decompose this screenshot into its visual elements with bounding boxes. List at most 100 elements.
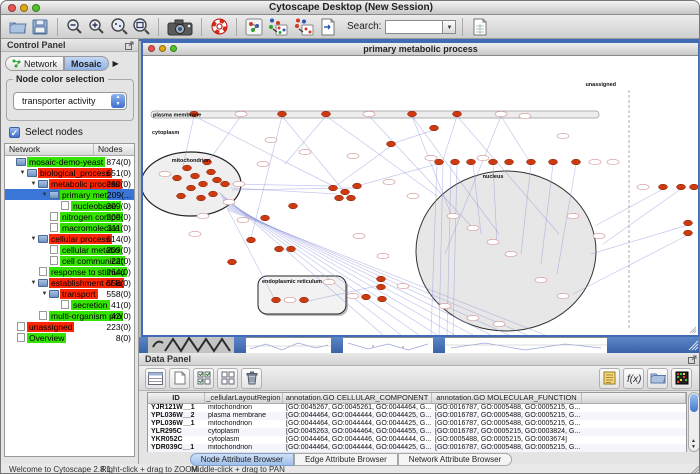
search-dropdown-arrow-icon[interactable]: ▼ <box>443 20 456 34</box>
network-node[interactable] <box>549 159 558 165</box>
table-row[interactable]: YPL036W__1mitochondrion[GO:0044464, GO:0… <box>148 420 686 428</box>
network-edge[interactable] <box>326 116 437 196</box>
network-node[interactable] <box>684 230 693 236</box>
resize-grip-icon[interactable] <box>687 339 699 351</box>
network-node-label[interactable] <box>197 213 209 218</box>
tree-row[interactable]: macromolecule311(0) <box>5 222 134 233</box>
network-node[interactable] <box>329 185 338 191</box>
tab-network[interactable]: Network <box>5 56 64 71</box>
network-node[interactable] <box>261 215 270 221</box>
tree-row[interactable]: mosaic-demo-yeast874(0) <box>5 156 134 167</box>
network-view-titlebar[interactable]: primary metabolic process <box>143 43 698 56</box>
network-node-label[interactable] <box>189 231 201 236</box>
network-edge[interactable] <box>443 116 457 160</box>
tabs-overflow-arrow-icon[interactable]: ▶ <box>113 59 119 68</box>
background-window-sliver[interactable] <box>445 337 607 353</box>
tree-column-nodes[interactable]: Nodes <box>94 144 134 155</box>
column-header-cellular-component[interactable]: annotation.GO CELLULAR_COMPONENT <box>283 393 432 403</box>
network-node[interactable] <box>659 184 668 190</box>
expander-icon[interactable]: ▼ <box>29 280 38 286</box>
column-header-id[interactable]: ID <box>148 393 205 403</box>
network-node[interactable] <box>289 203 298 209</box>
zoom-selected-icon[interactable] <box>108 16 130 38</box>
network-node[interactable] <box>347 195 356 201</box>
network-node-label[interactable] <box>557 293 569 298</box>
network-node[interactable] <box>213 177 222 183</box>
select-nodes-checkbox[interactable]: ✓ <box>9 127 20 138</box>
network-node-label[interactable] <box>353 233 365 238</box>
network-node-label[interactable] <box>493 321 505 326</box>
network-node[interactable] <box>278 111 287 117</box>
network-node[interactable] <box>362 294 371 300</box>
window-edge[interactable] <box>433 337 445 353</box>
function-builder-icon[interactable]: f(x) <box>623 368 644 389</box>
window-resize-grip-icon[interactable] <box>688 464 700 474</box>
network-node[interactable] <box>341 189 350 195</box>
network-node-label[interactable] <box>447 213 459 218</box>
help-lifesaver-icon[interactable] <box>208 16 230 38</box>
network-node[interactable] <box>187 185 196 191</box>
network-node[interactable] <box>322 111 331 117</box>
network-node-label[interactable] <box>237 217 249 222</box>
network-node[interactable] <box>287 246 296 252</box>
network-node[interactable] <box>684 220 693 226</box>
network-canvas[interactable]: plasma membranecytoplasmmitochondrionnuc… <box>143 56 698 335</box>
network-node-label[interactable] <box>347 153 359 158</box>
network-edge[interactable] <box>285 116 326 164</box>
network-edge[interactable] <box>205 116 241 166</box>
network-node[interactable] <box>221 181 230 187</box>
network-node[interactable] <box>572 159 581 165</box>
network-node[interactable] <box>435 159 444 165</box>
network-node-label[interactable] <box>323 279 335 284</box>
network-node-label[interactable] <box>589 159 601 164</box>
tree-row[interactable]: response to stimulu264(0) <box>5 266 134 277</box>
select-attributes-icon[interactable] <box>193 368 214 389</box>
attribute-list-icon[interactable] <box>599 368 620 389</box>
delete-attribute-trash-icon[interactable] <box>241 368 262 389</box>
table-row[interactable]: YKR052Ccytoplasm[GO:0044464, GO:0044446,… <box>148 436 686 444</box>
background-window-sliver[interactable] <box>246 337 331 353</box>
network-node[interactable] <box>408 111 417 117</box>
select-all-attributes-icon[interactable] <box>145 368 166 389</box>
tab-mosaic[interactable]: Mosaic <box>64 56 109 71</box>
network-edge[interactable] <box>591 225 688 254</box>
network-edge[interactable] <box>603 189 681 244</box>
network-node[interactable] <box>430 125 439 131</box>
network-node-label[interactable] <box>299 149 311 154</box>
column-header-molecular-function[interactable]: annotation.GO MOLECULAR_FUNCTION <box>432 393 582 403</box>
scrollbar-arrows-icon[interactable]: ▲▼ <box>689 438 698 450</box>
table-row[interactable]: YPL036W__2plasma membrane[GO:0044464, GO… <box>148 412 686 420</box>
save-session-icon[interactable] <box>29 16 51 38</box>
expander-icon[interactable]: ▼ <box>18 170 27 176</box>
network-node-label[interactable] <box>607 159 619 164</box>
tree-row[interactable]: multi-organism pro42(0) <box>5 310 134 321</box>
network-node[interactable] <box>335 195 344 201</box>
network-node-label[interactable] <box>397 283 409 288</box>
network-node-label[interactable] <box>223 199 235 204</box>
network-node-label[interactable] <box>567 213 579 218</box>
expander-icon[interactable]: ▼ <box>29 181 38 187</box>
table-row[interactable]: YLR295Ccytoplasm[GO:0045263, GO:0044464,… <box>148 428 686 436</box>
tree-row[interactable]: ▼metabolic process280(0) <box>5 178 134 189</box>
import-attribute-folder-icon[interactable] <box>647 368 668 389</box>
network-node[interactable] <box>377 276 386 282</box>
network-node-label[interactable] <box>557 133 569 138</box>
network-node-label[interactable] <box>377 253 389 258</box>
network-edge[interactable] <box>501 116 531 164</box>
tree-row[interactable]: ▼establishment of lo558(0) <box>5 277 134 288</box>
network-node-label[interactable] <box>159 171 171 176</box>
table-row[interactable]: YDR039C__1mitochondrion[GO:0044464, GO:0… <box>148 444 686 452</box>
window-edge[interactable] <box>331 337 343 353</box>
network-node[interactable] <box>183 165 192 171</box>
network-node-label[interactable] <box>535 277 547 282</box>
network-edge[interactable] <box>231 184 329 186</box>
zoom-in-icon[interactable] <box>86 16 108 38</box>
layout-nodes-icon[interactable] <box>265 16 291 38</box>
network-node[interactable] <box>207 169 216 175</box>
column-header-region[interactable]: _cellularLayoutRegion <box>205 393 283 403</box>
layout-selected-icon[interactable] <box>291 16 317 38</box>
network-node-label[interactable] <box>487 239 499 244</box>
network-node[interactable] <box>272 297 281 303</box>
network-node[interactable] <box>377 284 386 290</box>
network-node-label[interactable] <box>284 297 296 302</box>
